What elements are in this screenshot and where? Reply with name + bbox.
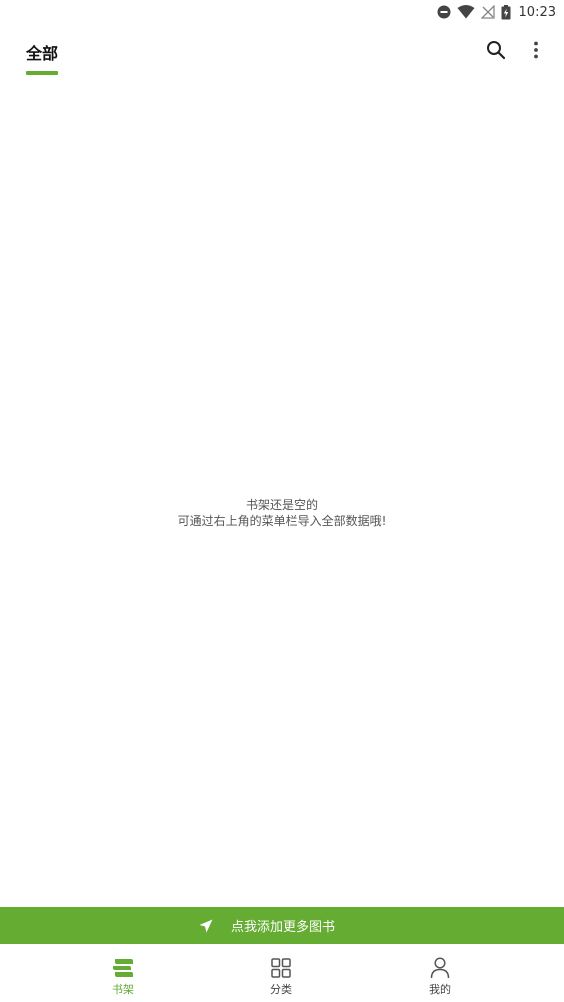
more-options-button[interactable] <box>524 40 548 64</box>
grid-icon <box>269 956 293 980</box>
nav-label-mine: 我的 <box>429 983 451 996</box>
bookshelf-icon <box>111 956 135 980</box>
bottom-nav: 书架 分类 我的 <box>0 944 564 1002</box>
status-bar: 10:23 <box>0 0 564 24</box>
empty-state-title: 书架还是空的 <box>245 498 318 512</box>
nav-label-bookshelf: 书架 <box>112 983 134 996</box>
add-books-label: 点我添加更多图书 <box>230 920 335 935</box>
battery-charging-icon <box>501 4 511 20</box>
status-icons: 10:23 <box>437 2 556 22</box>
send-icon <box>199 919 213 933</box>
nav-label-category: 分类 <box>270 983 292 996</box>
tab-all[interactable]: 全部 <box>26 40 58 64</box>
more-vert-icon <box>533 41 539 63</box>
person-icon <box>428 956 452 980</box>
nav-item-bookshelf[interactable]: 书架 <box>63 944 183 1002</box>
wifi-icon <box>457 5 475 19</box>
tab-indicator <box>26 71 58 75</box>
empty-state-hint: 可通过右上角的菜单栏导入全部数据哦! <box>177 514 387 528</box>
dnd-icon <box>437 5 451 19</box>
status-time: 10:23 <box>518 4 556 20</box>
nav-item-category[interactable]: 分类 <box>221 944 341 1002</box>
nav-item-mine[interactable]: 我的 <box>380 944 500 1002</box>
add-books-button[interactable]: 点我添加更多图书 <box>0 907 564 944</box>
empty-state-message: 书架还是空的 可通过右上角的菜单栏导入全部数据哦! <box>0 497 564 529</box>
no-signal-icon <box>480 5 495 19</box>
search-button[interactable] <box>484 40 508 64</box>
search-icon <box>486 40 506 64</box>
top-bar: 全部 <box>0 24 564 80</box>
